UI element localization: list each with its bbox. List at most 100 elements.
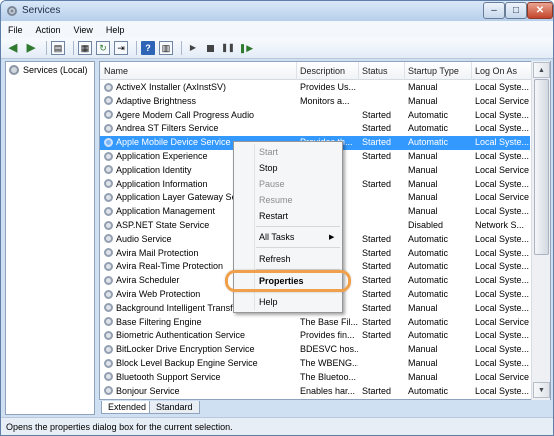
service-log-on-as: Local Service — [475, 192, 530, 203]
menu-bar: File Action View Help — [1, 21, 553, 38]
service-log-on-as: Local Syste... — [475, 247, 530, 258]
service-log-on-as: Local Syste... — [475, 261, 530, 272]
minimize-button[interactable]: – — [483, 2, 505, 19]
console-tree-icon[interactable]: ▤ — [51, 41, 65, 55]
service-startup-type: Disabled — [408, 220, 444, 230]
menu-item-all-tasks[interactable]: All Tasks — [259, 232, 294, 242]
back-arrow-icon[interactable]: ◀ — [6, 41, 20, 55]
refresh-icon[interactable]: ↻ — [96, 41, 110, 55]
table-row[interactable]: Block Level Backup Engine Service The WBE… — [100, 357, 530, 371]
properties-toolbar-icon[interactable]: ▦ — [78, 41, 92, 55]
table-row[interactable]: Adaptive Brightness Monitors a... Manual Lo… — [100, 95, 530, 109]
maximize-button[interactable]: □ — [505, 2, 527, 19]
service-status: Started — [362, 151, 392, 161]
gear-icon — [104, 289, 113, 299]
table-row[interactable]: Base Filtering Engine The Base Fil... Star… — [100, 316, 530, 330]
scroll-down-button[interactable]: ▼ — [533, 382, 550, 398]
service-log-on-as: Local Syste... — [475, 358, 530, 368]
column-divider[interactable] — [404, 62, 405, 80]
service-status: Started — [362, 385, 392, 396]
service-startup-type: Manual — [408, 192, 438, 203]
table-row[interactable]: Bluetooth Support Service The Bluetoo... M… — [100, 371, 530, 385]
table-row[interactable]: Agere Modem Call Progress Audio Started Au… — [100, 109, 530, 123]
scroll-up-button[interactable]: ▲ — [533, 62, 550, 78]
service-name-text: Avira Real-Time Protection — [116, 261, 224, 272]
service-name-text: BitLocker Drive Encryption Service — [116, 344, 255, 355]
service-name-text: Block Level Backup Engine Service — [116, 358, 258, 368]
gear-icon — [104, 317, 113, 327]
service-name: Adaptive Brightness — [104, 96, 298, 106]
menu-item-refresh[interactable]: Refresh — [259, 254, 291, 264]
table-row[interactable]: Bonjour Service Enables har... Started Auto… — [100, 385, 530, 399]
table-row[interactable]: Andrea ST Filters Service Started Automati… — [100, 122, 530, 136]
play-icon[interactable]: ▶ — [186, 41, 200, 55]
service-startup-type: Automatic — [408, 330, 449, 341]
menu-item-pause[interactable]: Pause — [259, 179, 285, 189]
service-log-on-as: Local Service — [475, 371, 530, 382]
pause-icon[interactable]: ❚❚ — [221, 41, 235, 55]
gear-icon — [9, 65, 19, 75]
menu-item-restart[interactable]: Restart — [259, 211, 288, 221]
service-description: The WBENG... — [300, 358, 358, 368]
gear-icon — [104, 192, 113, 202]
table-row[interactable]: Biometric Authentication Service Provides… — [100, 329, 530, 343]
menu-item-stop[interactable]: Stop — [259, 163, 278, 173]
service-status: Started — [362, 247, 392, 258]
service-status: Started — [362, 302, 392, 313]
column-divider[interactable] — [358, 62, 359, 80]
service-description: Provides fin... — [300, 330, 355, 341]
vertical-scrollbar[interactable]: ▲ ▼ — [531, 61, 550, 400]
gear-icon — [104, 220, 113, 230]
service-log-on-as: Local Syste... — [475, 302, 530, 313]
service-name-text: Adaptive Brightness — [116, 95, 197, 106]
service-name-text: Avira Scheduler — [116, 275, 180, 286]
column-header-description[interactable]: Description — [300, 66, 345, 76]
service-status: Started — [362, 178, 392, 189]
forward-arrow-icon[interactable]: ▶ — [24, 41, 38, 55]
service-log-on-as: Local Syste... — [475, 330, 530, 341]
stop-icon[interactable] — [207, 44, 214, 52]
submenu-arrow-icon: ▶ — [329, 234, 335, 241]
show-hide-pane-icon[interactable]: ▥ — [159, 41, 173, 55]
service-name: Bluetooth Support Service — [104, 372, 298, 382]
menu-item-resume[interactable]: Resume — [259, 195, 293, 205]
restart-icon[interactable]: ❚▶ — [239, 41, 253, 55]
table-row[interactable]: BitLocker Drive Encryption Service BDESVC… — [100, 343, 530, 357]
column-header-status[interactable]: Status — [362, 66, 388, 76]
help-icon[interactable]: ? — [141, 41, 155, 55]
service-startup-type: Automatic — [408, 289, 449, 299]
service-log-on-as: Local Service — [475, 164, 530, 175]
table-row[interactable]: ActiveX Installer (AxInstSV) Provides Us.… — [100, 81, 530, 95]
export-icon[interactable]: ⇥ — [114, 41, 128, 55]
column-divider[interactable] — [471, 62, 472, 80]
column-header-name[interactable]: Name — [104, 66, 128, 76]
service-startup-type: Automatic — [408, 247, 449, 258]
service-log-on-as: Local Syste... — [475, 82, 530, 92]
close-button[interactable]: ✕ — [527, 2, 553, 19]
menu-view[interactable]: View — [74, 25, 93, 35]
service-status: Started — [362, 109, 392, 120]
gear-icon — [104, 248, 113, 258]
scroll-thumb[interactable] — [534, 79, 549, 255]
column-header-log-on-as[interactable]: Log On As — [475, 66, 517, 76]
menu-item-help[interactable]: Help — [259, 297, 278, 307]
menu-item-start[interactable]: Start — [259, 147, 278, 157]
service-startup-type: Automatic — [408, 261, 449, 272]
column-header-startup-type[interactable]: Startup Type — [408, 66, 459, 76]
service-log-on-as: Local Syste... — [475, 123, 530, 134]
gear-icon — [104, 123, 113, 133]
service-log-on-as: Local Syste... — [475, 109, 530, 120]
gear-icon — [104, 137, 113, 147]
service-startup-type: Manual — [408, 82, 438, 92]
menu-action[interactable]: Action — [36, 25, 61, 35]
column-divider[interactable] — [296, 62, 297, 80]
menu-file[interactable]: File — [8, 25, 23, 35]
service-startup-type: Manual — [408, 358, 438, 368]
title-bar: Services – □ ✕ — [1, 1, 553, 21]
gear-icon — [104, 110, 113, 120]
tab-extended[interactable]: Extended — [101, 401, 154, 414]
tab-standard[interactable]: Standard — [149, 401, 200, 414]
service-log-on-as: Local Service — [475, 316, 530, 327]
tree-item-services-local[interactable]: Services (Local) — [9, 65, 88, 75]
menu-help[interactable]: Help — [106, 25, 125, 35]
